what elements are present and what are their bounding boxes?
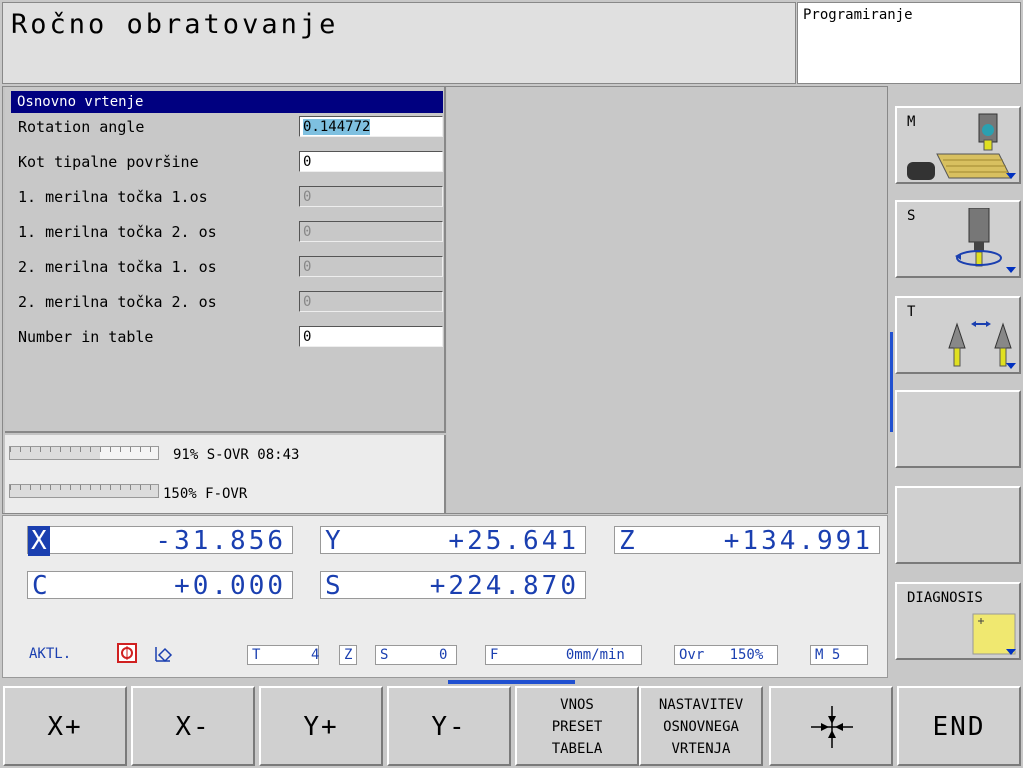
end-button[interactable]: END <box>897 686 1021 766</box>
feed-override-bar <box>9 484 159 498</box>
softkey-empty-1 <box>895 390 1021 468</box>
softkey-empty-2 <box>895 486 1021 564</box>
feed-status: F 0mm/min <box>485 645 642 665</box>
override-status: Ovr 150% <box>674 645 778 665</box>
horizontal-softkey-bar: X+ X- Y+ Y- VNOS PRESET TABELA NASTAVITE… <box>0 680 1023 768</box>
vertical-softkey-bar: M S T DIAGNOSIS <box>889 86 1023 678</box>
axis-z-display: Z +134.991 <box>614 526 880 556</box>
rotation-angle-input[interactable]: 0.144772 <box>299 116 443 137</box>
window-title-panel: Ročno obratovanje <box>2 2 796 84</box>
chevron-down-icon <box>1006 173 1016 179</box>
form-title: Osnovno vrtenje <box>11 91 443 113</box>
chevron-down-icon <box>1006 363 1016 369</box>
point1-axis1-label: 1. merilna točka 1.os <box>18 188 208 206</box>
spindle-s-label: S <box>325 571 341 601</box>
spindle-icon <box>955 208 1002 267</box>
softkey-t[interactable]: T <box>895 296 1021 374</box>
probe-surface-angle-label: Kot tipalne površine <box>18 153 199 171</box>
set-basic-rotation-button[interactable]: NASTAVITEV OSNOVNEGA VRTENJA <box>639 686 763 766</box>
probe-surface-angle-input[interactable]: 0 <box>299 151 443 172</box>
position-mode-label: AKTL. <box>29 646 72 662</box>
spindle-speed-status: S 0 <box>375 645 457 665</box>
number-in-table-label: Number in table <box>18 328 154 346</box>
spindle-s-display: S +224.870 <box>320 571 586 601</box>
softkey-m[interactable]: M <box>895 106 1021 184</box>
spindle-override-ticks <box>10 447 158 452</box>
m-function-status: M 5 <box>810 645 868 665</box>
jog-x-plus-button[interactable]: X+ <box>3 686 127 766</box>
window-title: Ročno obratovanje <box>11 9 339 40</box>
tool-axis-status: Z <box>339 645 357 665</box>
axis-c-label: C <box>32 571 48 601</box>
main-area: Osnovno vrtenje Rotation angle 0.144772 … <box>2 86 888 514</box>
graphic-area <box>447 87 887 513</box>
tool-change-icon <box>948 321 1012 367</box>
override-panel: 91% S-OVR 08:43 150% F-OVR <box>5 435 446 513</box>
softkey-row-marker <box>448 680 575 684</box>
softkey-diagnosis[interactable]: DIAGNOSIS <box>895 582 1021 660</box>
axis-z-label: Z <box>619 526 635 556</box>
point2-axis1-input: 0 <box>299 256 443 277</box>
feed-override-text: 150% F-OVR <box>163 486 248 502</box>
tool-number-status: T 4 <box>247 645 319 665</box>
spindle-s-value: +224.870 <box>429 571 579 601</box>
point2-axis2-input: 0 <box>299 291 443 312</box>
softkey-s[interactable]: S <box>895 200 1021 278</box>
basic-rotation-icon <box>155 647 173 663</box>
machine-table-icon <box>907 113 1012 180</box>
feed-override-ticks <box>10 485 158 490</box>
crosshair-icon <box>811 706 853 748</box>
position-display: X -31.856 Y +25.641 Z +134.991 C +0.000 … <box>2 515 888 678</box>
axis-x-display: X -31.856 <box>27 526 293 556</box>
axis-y-value: +25.641 <box>448 526 579 556</box>
axis-x-label: X <box>28 526 50 556</box>
number-in-table-input[interactable]: 0 <box>299 326 443 347</box>
chevron-down-icon <box>1006 649 1016 655</box>
point1-axis1-input: 0 <box>299 186 443 207</box>
reference-icon <box>117 643 137 663</box>
softkey-scroll-indicator <box>890 332 893 432</box>
point1-axis2-label: 1. merilna točka 2. os <box>18 223 217 241</box>
preset-table-button[interactable]: VNOS PRESET TABELA <box>515 686 639 766</box>
jog-y-minus-button[interactable]: Y- <box>387 686 511 766</box>
point2-axis1-label: 2. merilna točka 1. os <box>18 258 217 276</box>
spindle-override-bar <box>9 446 159 460</box>
jog-x-minus-button[interactable]: X- <box>131 686 255 766</box>
spindle-override-text: 91% S-OVR 08:43 <box>173 447 300 463</box>
point1-axis2-input: 0 <box>299 221 443 242</box>
axis-c-display: C +0.000 <box>27 571 293 601</box>
form-panel: Osnovno vrtenje Rotation angle 0.144772 … <box>5 87 446 433</box>
rotation-angle-label: Rotation angle <box>18 118 145 136</box>
set-datum-button[interactable] <box>769 686 893 766</box>
axis-z-value: +134.991 <box>723 526 873 556</box>
mode-label: Programiranje <box>803 7 913 23</box>
chevron-down-icon <box>1006 267 1016 273</box>
jog-y-plus-button[interactable]: Y+ <box>259 686 383 766</box>
axis-y-label: Y <box>325 526 341 556</box>
axis-c-value: +0.000 <box>174 571 286 601</box>
mode-panel[interactable]: Programiranje <box>797 2 1021 84</box>
axis-y-display: Y +25.641 <box>320 526 586 556</box>
point2-axis2-label: 2. merilna točka 2. os <box>18 293 217 311</box>
axis-x-value: -31.856 <box>155 526 286 556</box>
